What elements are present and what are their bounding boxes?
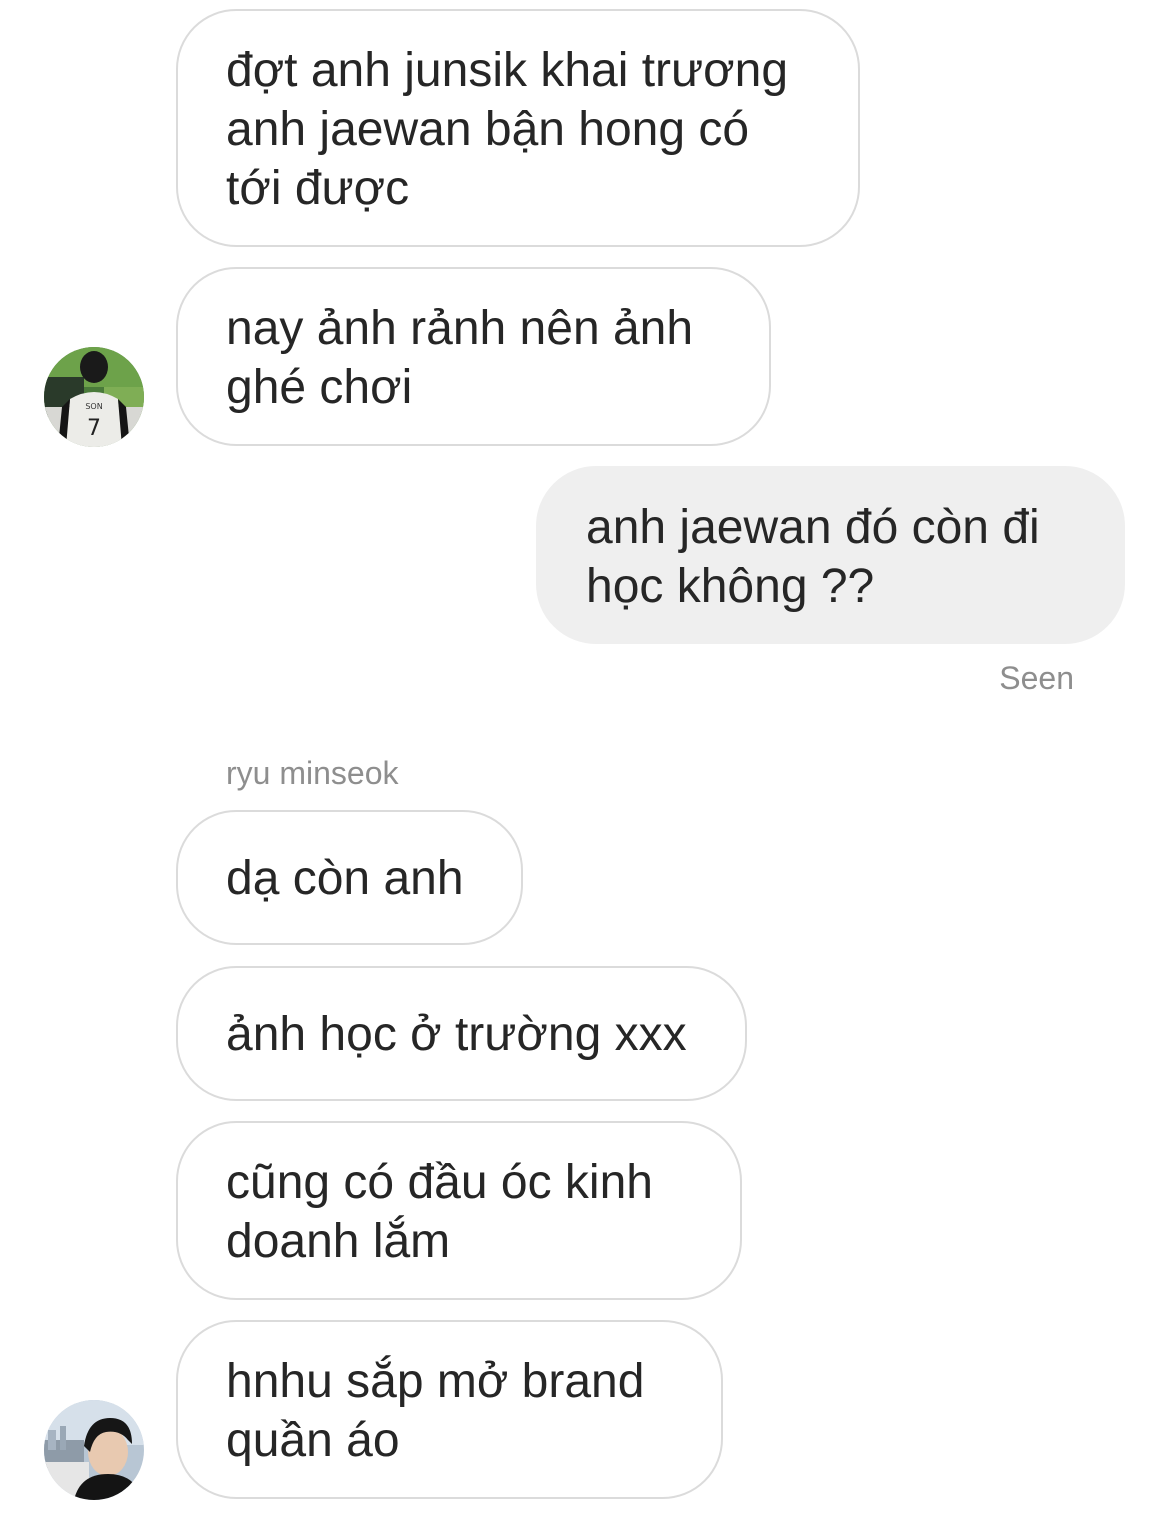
message-text: anh jaewan đó còn đi học không ?? — [586, 501, 1040, 613]
message-bubble-incoming[interactable]: hnhu sắp mở brand quần áo — [176, 1320, 723, 1499]
message-bubble-incoming[interactable]: nay ảnh rảnh nên ảnh ghé chơi — [176, 267, 771, 446]
profile-photo-stadium-icon: SON 7 — [44, 347, 144, 447]
message-bubble-incoming[interactable]: đợt anh junsik khai trương anh jaewan bậ… — [176, 9, 860, 247]
sender-avatar[interactable] — [44, 1400, 144, 1500]
message-bubble-incoming[interactable]: cũng có đầu óc kinh doanh lắm — [176, 1121, 742, 1300]
message-bubble-incoming[interactable]: dạ còn anh — [176, 810, 523, 945]
message-text: dạ còn anh — [226, 852, 464, 905]
message-bubble-outgoing[interactable]: anh jaewan đó còn đi học không ?? — [536, 466, 1125, 644]
message-text: cũng có đầu óc kinh doanh lắm — [226, 1156, 653, 1268]
jersey-number: 7 — [87, 416, 101, 441]
message-text: đợt anh junsik khai trương anh jaewan bậ… — [226, 44, 789, 215]
message-text: nay ảnh rảnh nên ảnh ghé chơi — [226, 302, 694, 414]
sender-name: ryu minseok — [226, 755, 399, 791]
profile-photo-portrait-icon — [44, 1400, 144, 1500]
message-bubble-incoming[interactable]: ảnh học ở trường xxx — [176, 966, 747, 1101]
message-text: hnhu sắp mở brand quần áo — [226, 1355, 645, 1467]
message-text: ảnh học ở trường xxx — [226, 1008, 687, 1061]
sender-avatar[interactable]: SON 7 — [44, 347, 144, 447]
seen-status: Seen — [999, 660, 1074, 696]
jersey-name: SON — [85, 402, 102, 411]
